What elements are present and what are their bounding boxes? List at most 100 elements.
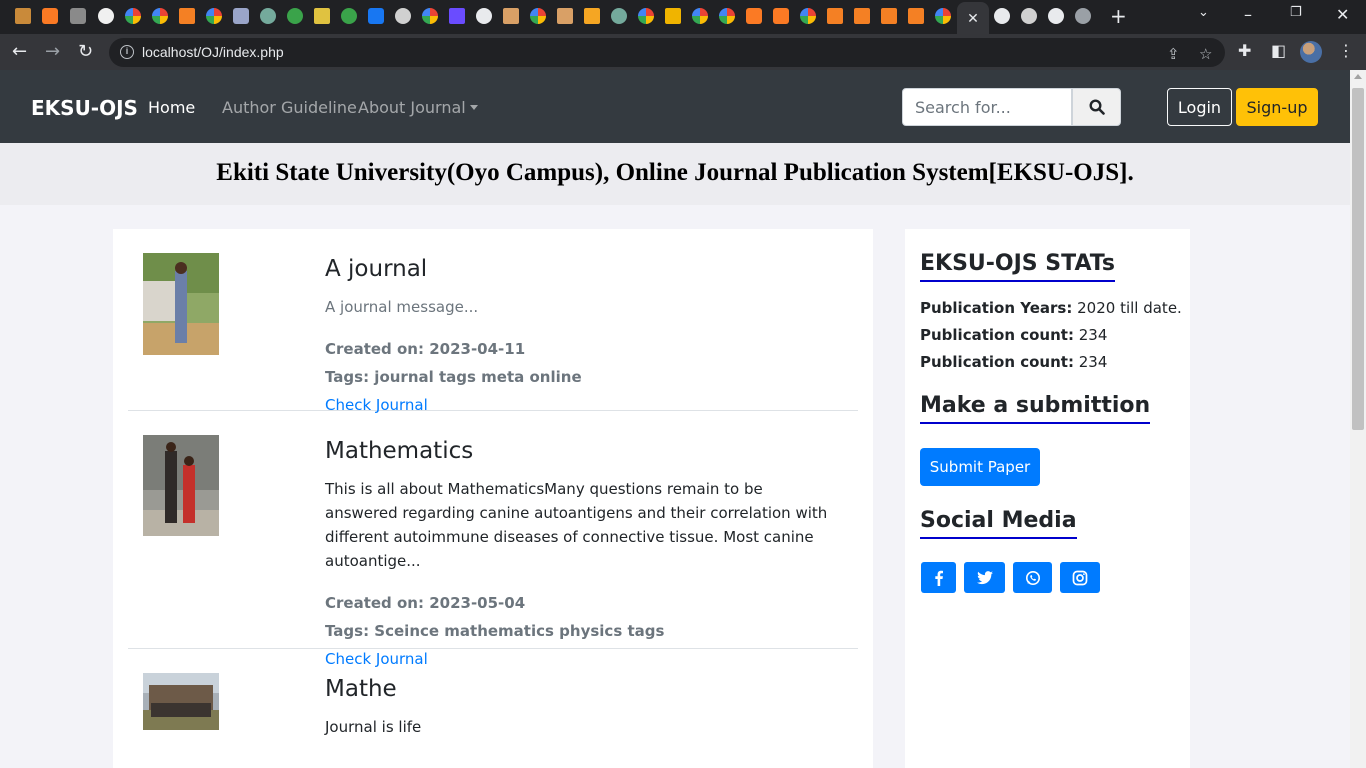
github-icon[interactable] bbox=[98, 8, 114, 24]
favicon-tab-25[interactable] bbox=[665, 8, 681, 24]
stat-publication-count: Publication count: 234 bbox=[920, 349, 1182, 376]
journal-body: A journal A journal message... Created o… bbox=[325, 254, 835, 415]
share-icon[interactable]: ⇪ bbox=[1167, 45, 1180, 63]
stack-overflow-icon[interactable] bbox=[908, 8, 924, 24]
favicon-tab-17[interactable] bbox=[449, 8, 465, 24]
stat-label: Publication count: bbox=[920, 353, 1074, 371]
profile-avatar[interactable] bbox=[1300, 41, 1322, 63]
instagram-button[interactable] bbox=[1060, 562, 1100, 593]
side-panel-icon[interactable]: ◧ bbox=[1271, 41, 1286, 60]
minimize-icon[interactable]: – bbox=[1244, 5, 1252, 24]
scroll-up-icon[interactable] bbox=[1354, 74, 1362, 79]
journal-thumbnail[interactable] bbox=[143, 253, 219, 355]
journal-created-date: Created on: 2023-05-04 bbox=[325, 594, 526, 612]
globe-icon[interactable] bbox=[1048, 8, 1064, 24]
favicon-tab-3[interactable] bbox=[70, 8, 86, 24]
stack-overflow-icon[interactable] bbox=[179, 8, 195, 24]
favicon-tab-1[interactable] bbox=[15, 8, 31, 24]
new-tab-button[interactable]: + bbox=[1110, 6, 1127, 26]
reload-icon[interactable]: ↻ bbox=[78, 41, 93, 63]
back-icon[interactable]: ← bbox=[12, 41, 27, 63]
stack-overflow-icon[interactable] bbox=[827, 8, 843, 24]
stat-value: 234 bbox=[1078, 353, 1108, 371]
favicon-tab-28[interactable] bbox=[746, 8, 762, 24]
twitter-icon bbox=[976, 570, 993, 584]
restore-icon[interactable]: ❐ bbox=[1290, 5, 1302, 20]
google-icon[interactable] bbox=[206, 8, 222, 24]
journal-title: Mathe bbox=[325, 676, 397, 702]
google-icon[interactable] bbox=[152, 8, 168, 24]
globe-icon[interactable] bbox=[476, 8, 492, 24]
search-button[interactable] bbox=[1072, 88, 1121, 126]
nav-home[interactable]: Home bbox=[148, 98, 195, 117]
close-window-icon[interactable]: ✕ bbox=[1336, 5, 1349, 24]
google-icon[interactable] bbox=[125, 8, 141, 24]
journal-thumbnail[interactable] bbox=[143, 435, 219, 536]
site-navbar: EKSU-OJS Home Author Guideline About Jou… bbox=[0, 70, 1350, 143]
stats-heading: EKSU-OJS STATs bbox=[920, 251, 1115, 282]
favicon-tab-19[interactable] bbox=[503, 8, 519, 24]
search-input[interactable] bbox=[902, 88, 1072, 126]
scrollbar-thumb[interactable] bbox=[1352, 88, 1364, 430]
journal-list: A journal A journal message... Created o… bbox=[113, 229, 873, 768]
favicon-tab-29[interactable] bbox=[773, 8, 789, 24]
bookmark-star-icon[interactable]: ☆ bbox=[1199, 45, 1212, 63]
close-tab-icon[interactable]: ✕ bbox=[965, 10, 981, 26]
extensions-icon[interactable]: ✚ bbox=[1238, 41, 1251, 60]
journal-thumbnail[interactable] bbox=[143, 673, 219, 730]
stat-label: Publication count: bbox=[920, 326, 1074, 344]
favicon-tab-22[interactable] bbox=[584, 8, 600, 24]
forward-icon[interactable]: → bbox=[45, 41, 60, 63]
active-tab[interactable]: ✕ bbox=[957, 2, 989, 34]
favicon-tab-21[interactable] bbox=[557, 8, 573, 24]
google-icon[interactable] bbox=[935, 8, 951, 24]
stat-value: 234 bbox=[1078, 326, 1108, 344]
google-icon[interactable] bbox=[692, 8, 708, 24]
url-text[interactable]: localhost/OJ/index.php bbox=[142, 44, 284, 60]
site-info-icon[interactable]: i bbox=[120, 45, 134, 59]
social-heading: Social Media bbox=[920, 508, 1077, 539]
google-icon[interactable] bbox=[719, 8, 735, 24]
chatgpt-icon[interactable] bbox=[611, 8, 627, 24]
journal-message: A journal message... bbox=[325, 298, 479, 316]
chrome-icon[interactable] bbox=[1021, 8, 1037, 24]
stack-overflow-icon[interactable] bbox=[881, 8, 897, 24]
facebook-icon[interactable] bbox=[368, 8, 384, 24]
page-title: Ekiti State University(Oyo Campus), Onli… bbox=[216, 159, 1134, 186]
journal-created-date: Created on: 2023-04-11 bbox=[325, 340, 526, 358]
stack-overflow-icon[interactable] bbox=[854, 8, 870, 24]
journal-item: Mathematics This is all about Mathematic… bbox=[128, 411, 858, 668]
favicon-tab-11[interactable] bbox=[287, 8, 303, 24]
nav-author-guideline[interactable]: Author Guideline bbox=[222, 98, 357, 117]
twitter-button[interactable] bbox=[964, 562, 1005, 593]
whatsapp-button[interactable] bbox=[1013, 562, 1052, 593]
nav-about-journal[interactable]: About Journal bbox=[358, 98, 478, 117]
favicon-tab-2[interactable] bbox=[42, 8, 58, 24]
journal-message: This is all about MathematicsMany questi… bbox=[325, 480, 828, 570]
google-icon[interactable] bbox=[638, 8, 654, 24]
tab-search-icon[interactable]: ⌄ bbox=[1198, 5, 1209, 20]
google-icon[interactable] bbox=[422, 8, 438, 24]
signup-button[interactable]: Sign-up bbox=[1236, 88, 1318, 126]
submit-paper-button[interactable]: Submit Paper bbox=[920, 448, 1040, 486]
nav-about-journal-label: About Journal bbox=[358, 98, 466, 117]
google-icon[interactable] bbox=[530, 8, 546, 24]
address-bar[interactable]: i localhost/OJ/index.php ⇪ ☆ bbox=[109, 38, 1225, 67]
journal-body: Mathematics This is all about Mathematic… bbox=[325, 436, 835, 669]
menu-icon[interactable]: ⋮ bbox=[1338, 41, 1354, 60]
globe-icon[interactable] bbox=[994, 8, 1010, 24]
site-brand[interactable]: EKSU-OJS bbox=[31, 96, 138, 120]
google-icon[interactable] bbox=[800, 8, 816, 24]
stat-label: Publication Years: bbox=[920, 299, 1073, 317]
facebook-icon bbox=[934, 570, 943, 586]
journal-tags: Tags: journal tags meta online bbox=[325, 368, 582, 386]
favicon-tab-13[interactable] bbox=[341, 8, 357, 24]
chrome-icon[interactable] bbox=[395, 8, 411, 24]
favicon-tab-9[interactable] bbox=[233, 8, 249, 24]
favicon-tab-12[interactable] bbox=[314, 8, 330, 24]
chatgpt-icon[interactable] bbox=[260, 8, 276, 24]
facebook-button[interactable] bbox=[921, 562, 956, 593]
page-scrollbar[interactable] bbox=[1350, 70, 1366, 768]
globe-icon[interactable] bbox=[1075, 8, 1091, 24]
login-button[interactable]: Login bbox=[1167, 88, 1232, 126]
